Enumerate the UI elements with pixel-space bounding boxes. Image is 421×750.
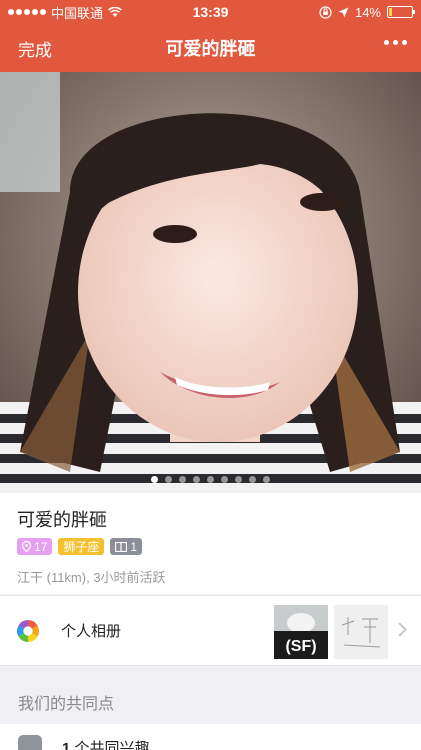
book-icon bbox=[115, 541, 128, 552]
profile-photo[interactable] bbox=[0, 72, 421, 493]
chevron-right-icon bbox=[398, 622, 407, 637]
location-arrow-icon bbox=[338, 7, 349, 17]
photo-page-indicator bbox=[0, 476, 421, 483]
common-interest-row[interactable]: 1 个共同兴趣 bbox=[0, 724, 421, 750]
battery-icon bbox=[387, 6, 415, 18]
page-dot bbox=[179, 476, 186, 483]
profile-badges: 17 狮子座 1 bbox=[17, 538, 404, 555]
carrier-name: 中国联通 bbox=[51, 5, 104, 21]
common-interest-label: 1 个共同兴趣 bbox=[62, 737, 150, 750]
album-thumbnail-sf[interactable]: (SF) bbox=[274, 605, 328, 659]
album-label: 个人相册 bbox=[61, 623, 122, 640]
common-section-title: 我们的共同点 bbox=[18, 696, 115, 713]
more-dots-icon[interactable] bbox=[384, 40, 407, 45]
page-dot bbox=[221, 476, 228, 483]
page-dot bbox=[151, 476, 158, 483]
svg-text:(SF): (SF) bbox=[285, 638, 316, 655]
done-button[interactable]: 完成 bbox=[18, 36, 52, 61]
page-dot bbox=[249, 476, 256, 483]
page-dot bbox=[235, 476, 242, 483]
nav-bar: 完成 可爱的胖砸 bbox=[0, 24, 421, 72]
location-pin-icon bbox=[22, 541, 31, 552]
page-dot bbox=[207, 476, 214, 483]
album-row[interactable]: 个人相册 (SF) bbox=[0, 595, 421, 666]
color-wheel-icon bbox=[17, 620, 39, 642]
profile-photo-image bbox=[0, 72, 421, 493]
battery-percent: 14% bbox=[354, 4, 381, 20]
age-badge-value: 17 bbox=[34, 539, 48, 554]
status-bar: 中国联通 13:39 14% bbox=[0, 0, 421, 24]
album-thumbnail-sketch[interactable] bbox=[334, 605, 388, 659]
count-badge-value: 1 bbox=[130, 539, 138, 554]
zodiac-badge: 狮子座 bbox=[58, 538, 105, 555]
interest-count: 1 bbox=[62, 740, 71, 750]
signal-strength-icon bbox=[8, 9, 46, 15]
zodiac-badge-label: 狮子座 bbox=[63, 540, 100, 554]
profile-info: 可爱的胖砸 17 狮子座 1 江干 (11km), 3小时前活跃 bbox=[0, 493, 421, 594]
location-activity: 江干 (11km), 3小时前活跃 bbox=[17, 570, 166, 585]
orientation-lock-icon bbox=[319, 5, 332, 19]
page-dot bbox=[193, 476, 200, 483]
age-badge: 17 bbox=[17, 538, 53, 555]
page-title: 可爱的胖砸 bbox=[165, 39, 256, 59]
page-dot bbox=[263, 476, 270, 483]
interest-text: 个共同兴趣 bbox=[74, 740, 150, 750]
wifi-icon bbox=[108, 7, 122, 17]
interest-icon bbox=[18, 735, 42, 750]
count-badge: 1 bbox=[110, 538, 143, 555]
profile-name: 可爱的胖砸 bbox=[17, 510, 107, 530]
page-dot bbox=[165, 476, 172, 483]
